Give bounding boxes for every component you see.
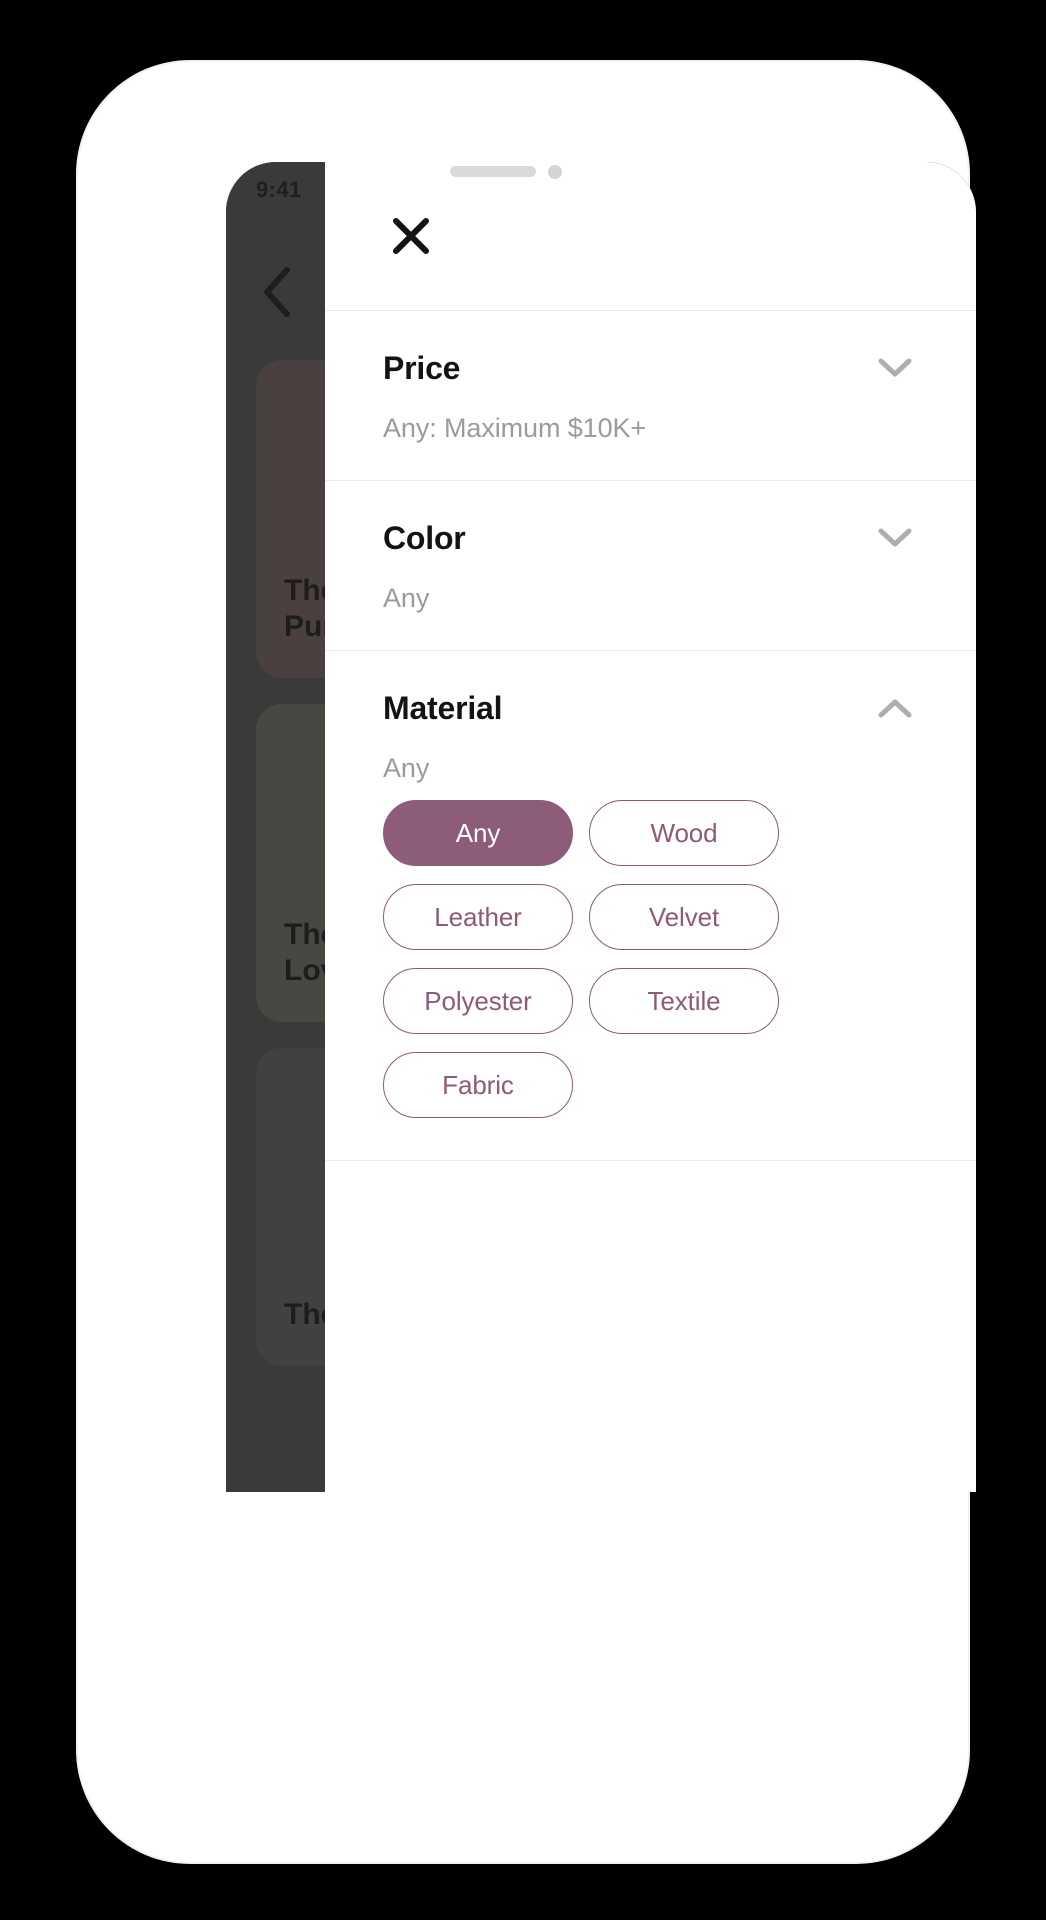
filter-value: Any [383, 753, 430, 783]
material-chip-fabric[interactable]: Fabric [383, 1052, 573, 1118]
filter-header-price[interactable]: Price [383, 311, 918, 391]
phone-device-frame: 9:41 The Purp [78, 62, 976, 1862]
color-toggle-button[interactable] [872, 515, 918, 561]
chevron-down-icon [878, 528, 912, 547]
close-icon [393, 218, 429, 254]
filter-section-material: Material Any Any Wood Leather Velvet Polyest… [325, 651, 976, 1160]
filter-sheet: Price Any: Maximum $10K+ Color Any Mater… [325, 162, 976, 1492]
material-toggle-button[interactable] [872, 685, 918, 731]
filter-section-price: Price Any: Maximum $10K+ [325, 311, 976, 480]
material-chip-textile[interactable]: Textile [589, 968, 779, 1034]
device-camera [548, 165, 562, 179]
material-chip-any[interactable]: Any [383, 800, 573, 866]
screenshot-root: 9:41 The Purp [0, 0, 1046, 1920]
divider [325, 1160, 976, 1161]
filter-title: Color [383, 519, 466, 556]
material-chip-velvet[interactable]: Velvet [589, 884, 779, 950]
device-speaker [450, 166, 536, 177]
chevron-up-icon [878, 699, 912, 718]
material-chip-leather[interactable]: Leather [383, 884, 573, 950]
material-chip-polyester[interactable]: Polyester [383, 968, 573, 1034]
filter-section-color: Color Any [325, 481, 976, 650]
filter-header-material[interactable]: Material [383, 651, 918, 731]
material-chip-wood[interactable]: Wood [589, 800, 779, 866]
filter-value: Any: Maximum $10K+ [383, 413, 647, 443]
filter-title: Material [383, 689, 503, 726]
filter-title: Price [383, 349, 461, 386]
price-toggle-button[interactable] [872, 345, 918, 391]
phone-screen: 9:41 The Purp [226, 162, 976, 1492]
chevron-down-icon [878, 358, 912, 377]
filter-header-color[interactable]: Color [383, 481, 918, 561]
material-option-chips: Any Wood Leather Velvet Polyester Textile Fabr… [383, 800, 779, 1160]
filter-value: Any [383, 583, 430, 613]
close-button[interactable] [383, 208, 439, 264]
